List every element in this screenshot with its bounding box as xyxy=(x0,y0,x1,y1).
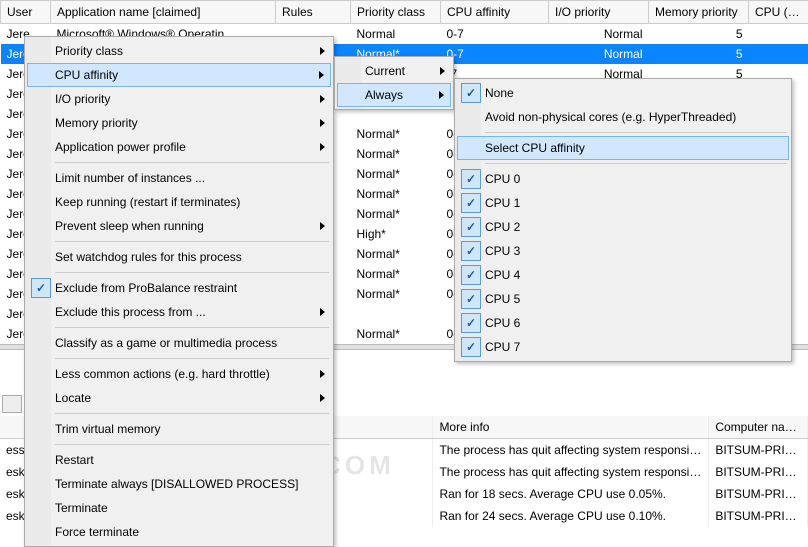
menu-memory-priority[interactable]: Memory priority xyxy=(27,111,331,135)
cell: Normal* xyxy=(351,264,441,284)
menu-terminate-always[interactable]: Terminate always [DISALLOWED PROCESS] xyxy=(27,472,331,496)
menu-cpu1[interactable]: ✓CPU 1 xyxy=(457,191,789,215)
cell: High* xyxy=(351,224,441,244)
submenu-arrow-icon xyxy=(319,71,324,79)
cell: Normal* xyxy=(351,204,441,224)
log-col-moreinfo[interactable]: More info xyxy=(433,416,709,438)
cell: Normal xyxy=(351,24,441,45)
menu-select-cpu-affinity[interactable]: Select CPU affinity xyxy=(457,136,789,160)
menu-keep-running[interactable]: Keep running (restart if terminates) xyxy=(27,190,331,214)
submenu-affinity-mode[interactable]: Current Always xyxy=(334,56,454,110)
col-user[interactable]: User xyxy=(1,1,51,24)
menu-current[interactable]: Current xyxy=(337,59,451,83)
menu-trim-vm[interactable]: Trim virtual memory xyxy=(27,417,331,441)
log-cell-computer: BITSUM-PRIMA xyxy=(709,461,808,483)
check-icon: ✓ xyxy=(461,265,481,285)
cell: 5 xyxy=(649,44,749,64)
cell xyxy=(749,24,808,45)
table-header-row[interactable]: User Application name [claimed] Rules Pr… xyxy=(1,1,808,24)
col-memory-priority[interactable]: Memory priority xyxy=(649,1,749,24)
col-cpu-percent[interactable]: CPU (%) xyxy=(749,1,808,24)
submenu-arrow-icon xyxy=(320,47,325,55)
cell xyxy=(749,44,808,64)
menu-cpu5[interactable]: ✓CPU 5 xyxy=(457,287,789,311)
menu-cpu6[interactable]: ✓CPU 6 xyxy=(457,311,789,335)
submenu-arrow-icon xyxy=(320,394,325,402)
submenu-affinity-cores[interactable]: ✓None Avoid non-physical cores (e.g. Hyp… xyxy=(454,78,792,362)
log-cell-info: The process has quit affecting system re… xyxy=(433,439,709,461)
menu-limit-instances[interactable]: Limit number of instances ... xyxy=(27,166,331,190)
menu-classify-game[interactable]: Classify as a game or multimedia process xyxy=(27,331,331,355)
menu-cpu7[interactable]: ✓CPU 7 xyxy=(457,335,789,359)
cell xyxy=(351,304,441,324)
log-cell-computer: BITSUM-PRIMA xyxy=(709,483,808,505)
cell: Normal xyxy=(549,44,649,64)
menu-cpu2[interactable]: ✓CPU 2 xyxy=(457,215,789,239)
cell: Normal* xyxy=(351,324,441,344)
check-icon: ✓ xyxy=(31,278,51,298)
menu-app-power-profile[interactable]: Application power profile xyxy=(27,135,331,159)
menu-locate[interactable]: Locate xyxy=(27,386,331,410)
menu-always[interactable]: Always xyxy=(337,83,451,107)
submenu-arrow-icon xyxy=(320,222,325,230)
cell: Normal* xyxy=(351,144,441,164)
col-cpu-affinity[interactable]: CPU affinity xyxy=(441,1,549,24)
menu-restart[interactable]: Restart xyxy=(27,448,331,472)
cell: Normal xyxy=(549,24,649,45)
cell: Normal* xyxy=(351,164,441,184)
menu-prevent-sleep[interactable]: Prevent sleep when running xyxy=(27,214,331,238)
menu-watchdog[interactable]: Set watchdog rules for this process xyxy=(27,245,331,269)
check-icon: ✓ xyxy=(461,83,481,103)
submenu-arrow-icon xyxy=(320,370,325,378)
log-cell-computer: BITSUM-PRIMA xyxy=(709,505,808,527)
check-icon: ✓ xyxy=(461,217,481,237)
cell: 0-7 xyxy=(441,44,549,64)
log-tab-button[interactable] xyxy=(2,395,22,413)
submenu-arrow-icon xyxy=(320,308,325,316)
log-col-computer[interactable]: Computer name xyxy=(709,416,808,438)
menu-avoid-nonphysical[interactable]: Avoid non-physical cores (e.g. HyperThre… xyxy=(457,105,789,129)
menu-io-priority[interactable]: I/O priority xyxy=(27,87,331,111)
check-icon: ✓ xyxy=(461,313,481,333)
cell: 5 xyxy=(649,24,749,45)
submenu-arrow-icon xyxy=(320,119,325,127)
cell: Normal* xyxy=(351,244,441,264)
log-cell-computer: BITSUM-PRIMA xyxy=(709,439,808,461)
submenu-arrow-icon xyxy=(320,95,325,103)
menu-none[interactable]: ✓None xyxy=(457,81,789,105)
menu-exclude-from[interactable]: Exclude this process from ... xyxy=(27,300,331,324)
menu-cpu4[interactable]: ✓CPU 4 xyxy=(457,263,789,287)
col-app[interactable]: Application name [claimed] xyxy=(51,1,276,24)
col-io-priority[interactable]: I/O priority xyxy=(549,1,649,24)
cell: Normal* xyxy=(351,124,441,144)
col-rules[interactable]: Rules xyxy=(276,1,351,24)
submenu-arrow-icon xyxy=(439,91,444,99)
check-icon: ✓ xyxy=(461,289,481,309)
menu-cpu-affinity[interactable]: CPU affinity xyxy=(27,63,331,87)
context-menu-process[interactable]: Priority class CPU affinity I/O priority… xyxy=(24,36,334,547)
menu-priority-class[interactable]: Priority class xyxy=(27,39,331,63)
check-icon: ✓ xyxy=(461,337,481,357)
menu-cpu0[interactable]: ✓CPU 0 xyxy=(457,167,789,191)
submenu-arrow-icon xyxy=(320,143,325,151)
cell: Normal* xyxy=(351,184,441,204)
menu-terminate[interactable]: Terminate xyxy=(27,496,331,520)
menu-less-common[interactable]: Less common actions (e.g. hard throttle) xyxy=(27,362,331,386)
check-icon: ✓ xyxy=(461,241,481,261)
submenu-arrow-icon xyxy=(440,67,445,75)
log-cell-info: The process has quit affecting system re… xyxy=(433,461,709,483)
log-cell-info: Ran for 18 secs. Average CPU use 0.05%. xyxy=(433,483,709,505)
menu-force-terminate[interactable]: Force terminate xyxy=(27,520,331,544)
menu-exclude-probalance[interactable]: ✓Exclude from ProBalance restraint xyxy=(27,276,331,300)
log-cell-info: Ran for 24 secs. Average CPU use 0.10%. xyxy=(433,505,709,527)
cell: 0-7 xyxy=(441,24,549,45)
menu-cpu3[interactable]: ✓CPU 3 xyxy=(457,239,789,263)
cell: Normal* xyxy=(351,284,441,304)
col-priority-class[interactable]: Priority class xyxy=(351,1,441,24)
check-icon: ✓ xyxy=(461,169,481,189)
check-icon: ✓ xyxy=(461,193,481,213)
